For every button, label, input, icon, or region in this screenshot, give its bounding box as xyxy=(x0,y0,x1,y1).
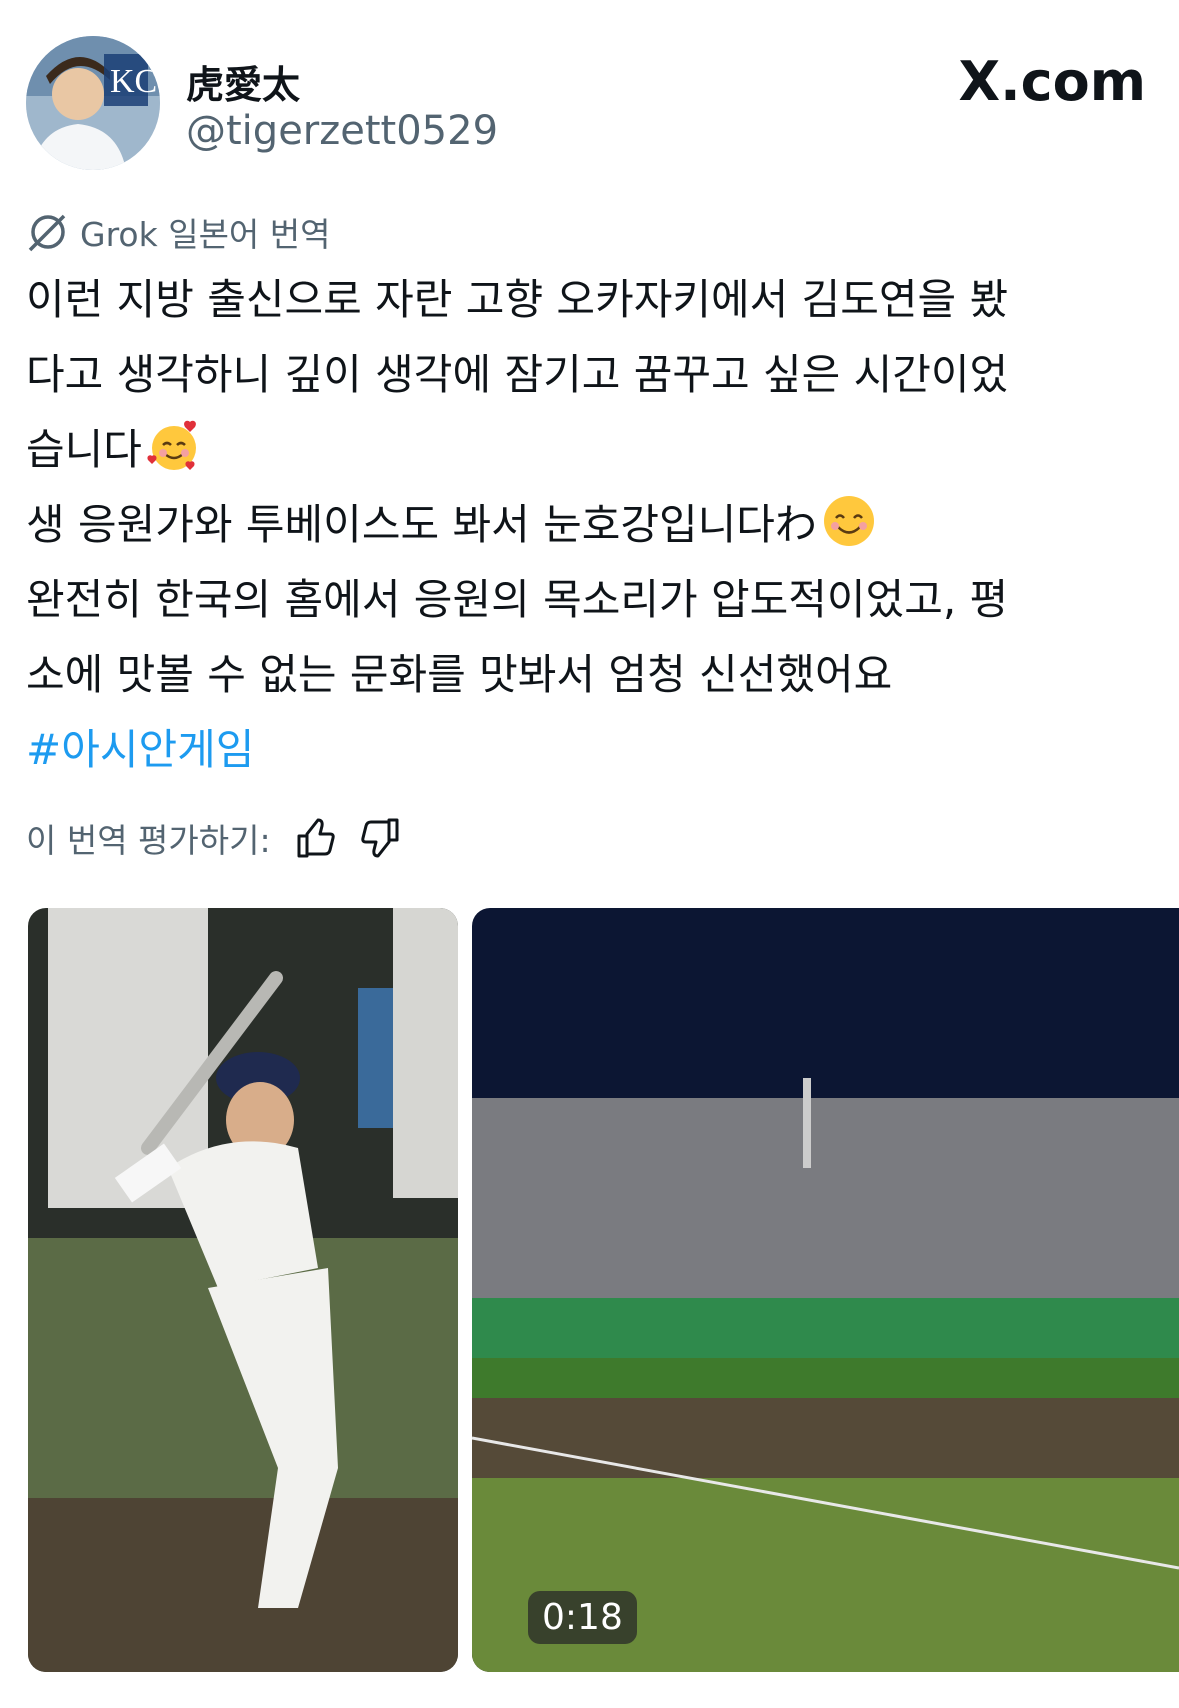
thumbs-down-icon[interactable] xyxy=(359,816,403,860)
post-text: 이런 지방 출신으로 자란 고향 오카자키에서 김도연을 봤 다고 생각하니 깊… xyxy=(26,262,1156,787)
batter-photo[interactable] xyxy=(28,908,458,1672)
smiling-face-with-hearts-emoji xyxy=(147,420,196,470)
post-line-with-emoji: 습니다 xyxy=(26,412,1156,487)
post-line: 완전히 한국의 홈에서 응원의 목소리가 압도적이었고, 평 xyxy=(26,575,1009,624)
translation-text: Grok 일본어 번역 xyxy=(80,215,331,254)
post-line: 소에 맛볼 수 없는 문화를 맛봐서 엄청 신선했어요 xyxy=(26,650,893,699)
svg-text:KC: KC xyxy=(110,63,157,100)
brand-logo: X.com xyxy=(958,50,1146,113)
video-duration: 0:18 xyxy=(528,1591,637,1644)
user-handle[interactable]: @tigerzett0529 xyxy=(186,108,498,154)
translation-rating: 이 번역 평가하기: xyxy=(26,808,403,868)
avatar[interactable]: KC xyxy=(26,36,160,170)
post-line: 이런 지방 출신으로 자란 고향 오카자키에서 김도연을 봤 xyxy=(26,275,1009,324)
media-gallery: 0:18 xyxy=(28,908,1179,1672)
smiling-face-emoji xyxy=(823,496,874,546)
post-line: 습니다 xyxy=(26,425,142,474)
grok-icon xyxy=(28,214,66,252)
thumbs-up-icon[interactable] xyxy=(293,816,337,860)
rating-label: 이 번역 평가하기: xyxy=(26,821,271,860)
stadium-video[interactable]: 0:18 xyxy=(472,908,1179,1672)
display-name[interactable]: 虎愛太 xyxy=(186,54,300,109)
translation-label: Grok 일본어 번역 xyxy=(26,208,331,256)
hashtag-link[interactable]: #아시안게임 xyxy=(26,712,1156,787)
post-line: 생 응원가와 투베이스도 봐서 눈호강입니다わ xyxy=(26,500,817,549)
post-line-with-emoji: 생 응원가와 투베이스도 봐서 눈호강입니다わ xyxy=(26,487,1156,562)
post-header: KC 虎愛太 @tigerzett0529 X.com xyxy=(26,36,1156,176)
post-line: 다고 생각하니 깊이 생각에 잠기고 꿈꾸고 싶은 시간이었 xyxy=(26,350,1009,399)
